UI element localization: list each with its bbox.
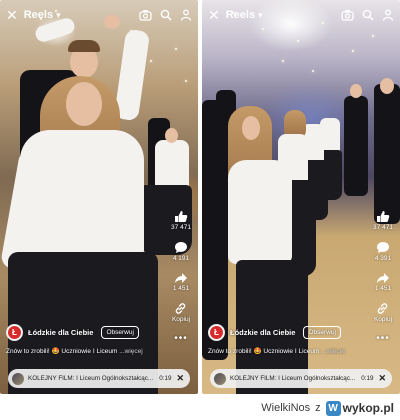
profile-icon[interactable]: [382, 9, 394, 21]
close-banner-icon[interactable]: ✕: [378, 373, 386, 384]
close-icon[interactable]: ✕: [6, 7, 18, 24]
follow-button[interactable]: Obserwuj: [101, 326, 139, 339]
username[interactable]: WielkiNos: [261, 402, 310, 414]
close-icon[interactable]: ✕: [208, 7, 220, 24]
caption[interactable]: Znów to zrobili! 🤩 Uczniowie I Liceum ..…: [6, 347, 166, 355]
comment-button[interactable]: 4 391: [375, 241, 391, 262]
like-count: 37 471: [171, 224, 191, 231]
copy-link-label: Kopiuj: [171, 316, 191, 323]
close-banner-icon[interactable]: ✕: [176, 373, 184, 384]
camera-icon[interactable]: [139, 9, 152, 21]
caption[interactable]: Znów to zrobili! 🤩 Uczniowie I Liceum ..…: [208, 347, 368, 355]
more-icon: •••: [174, 333, 188, 344]
banner-duration: 0:19: [361, 375, 374, 382]
banner-thumbnail: [214, 372, 226, 385]
caption-text: Znów to zrobili! 🤩 Uczniowie I Liceum: [208, 348, 320, 355]
search-icon[interactable]: [160, 9, 172, 21]
avatar[interactable]: Ł: [208, 324, 225, 341]
comment-button[interactable]: 4 191: [173, 241, 189, 262]
reels-title[interactable]: Reels: [24, 9, 53, 21]
banner-text: KOLEJNY FILM: I Liceum Ogólnokształcąc..…: [230, 375, 356, 382]
share-icon: [174, 272, 188, 284]
share-count: 1 451: [374, 285, 392, 292]
share-count: 1 451: [172, 285, 190, 292]
thumbs-up-icon: [174, 210, 188, 223]
share-icon: [376, 272, 390, 284]
share-button[interactable]: 1 451: [173, 272, 189, 292]
more-button[interactable]: •••: [174, 333, 188, 344]
share-button[interactable]: 1 451: [375, 272, 391, 292]
comment-count: 4 191: [172, 255, 190, 262]
watermark-footer: WielkiNos z W wykop.pl: [261, 398, 394, 418]
link-icon: [174, 302, 187, 315]
caption-text: Znów to zrobili! 🤩 Uczniowie I Liceum: [6, 348, 118, 355]
more-icon: •••: [376, 333, 390, 344]
copy-link-label: Kopiuj: [373, 316, 393, 323]
reels-header: ✕ Reels ▾: [202, 0, 400, 30]
like-button[interactable]: 37 471: [373, 210, 393, 231]
reels-title[interactable]: Reels: [226, 9, 255, 21]
banner-duration: 0:19: [159, 375, 172, 382]
chevron-down-icon[interactable]: ▾: [56, 10, 61, 21]
reel-screen-right: ✕ Reels ▾ 37 471 4 391 1 451 Kopiuj ••• …: [202, 0, 400, 394]
search-icon[interactable]: [362, 9, 374, 21]
separator-text: z: [315, 402, 321, 414]
comment-count: 4 391: [374, 255, 392, 262]
caption-more-link[interactable]: ...więcej: [119, 348, 142, 355]
like-count: 37 471: [373, 224, 393, 231]
account-name[interactable]: Łódzkie dla Ciebie: [28, 328, 93, 337]
reels-header: ✕ Reels ▾: [0, 0, 198, 30]
action-rail: 37 471 4 191 1 451 Kopiuj •••: [168, 210, 194, 344]
banner-text: KOLEJNY FILM: I Liceum Ogólnokształcąc..…: [28, 375, 154, 382]
action-rail: 37 471 4 391 1 451 Kopiuj •••: [370, 210, 396, 344]
link-icon: [376, 302, 389, 315]
copy-link-button[interactable]: Kopiuj: [374, 302, 392, 323]
caption-more-link[interactable]: ...więcej: [321, 348, 344, 355]
banner-thumbnail: [12, 372, 24, 385]
next-video-banner[interactable]: KOLEJNY FILM: I Liceum Ogólnokształcąc..…: [8, 369, 190, 388]
thumbs-up-icon: [376, 210, 390, 223]
follow-button[interactable]: Obserwuj: [303, 326, 341, 339]
reel-info: Ł Łódzkie dla Ciebie Obserwuj Znów to zr…: [6, 324, 166, 355]
site-name: wykop.pl: [342, 401, 394, 415]
like-button[interactable]: 37 471: [171, 210, 191, 231]
profile-icon[interactable]: [180, 9, 192, 21]
next-video-banner[interactable]: KOLEJNY FILM: I Liceum Ogólnokształcąc..…: [210, 369, 392, 388]
reel-info: Ł Łódzkie dla Ciebie Obserwuj Znów to zr…: [208, 324, 368, 355]
more-button[interactable]: •••: [376, 333, 390, 344]
comment-icon: [174, 241, 188, 254]
comment-icon: [376, 241, 390, 254]
camera-icon[interactable]: [341, 9, 354, 21]
avatar[interactable]: Ł: [6, 324, 23, 341]
reel-screen-left: ✕ Reels ▾ 37 471 4 191 1 451 Kopiuj ••• …: [0, 0, 198, 394]
chevron-down-icon[interactable]: ▾: [258, 10, 263, 21]
site-logo[interactable]: W wykop.pl: [325, 400, 394, 416]
copy-link-button[interactable]: Kopiuj: [172, 302, 190, 323]
site-badge-icon: W: [325, 400, 341, 416]
account-name[interactable]: Łódzkie dla Ciebie: [230, 328, 295, 337]
